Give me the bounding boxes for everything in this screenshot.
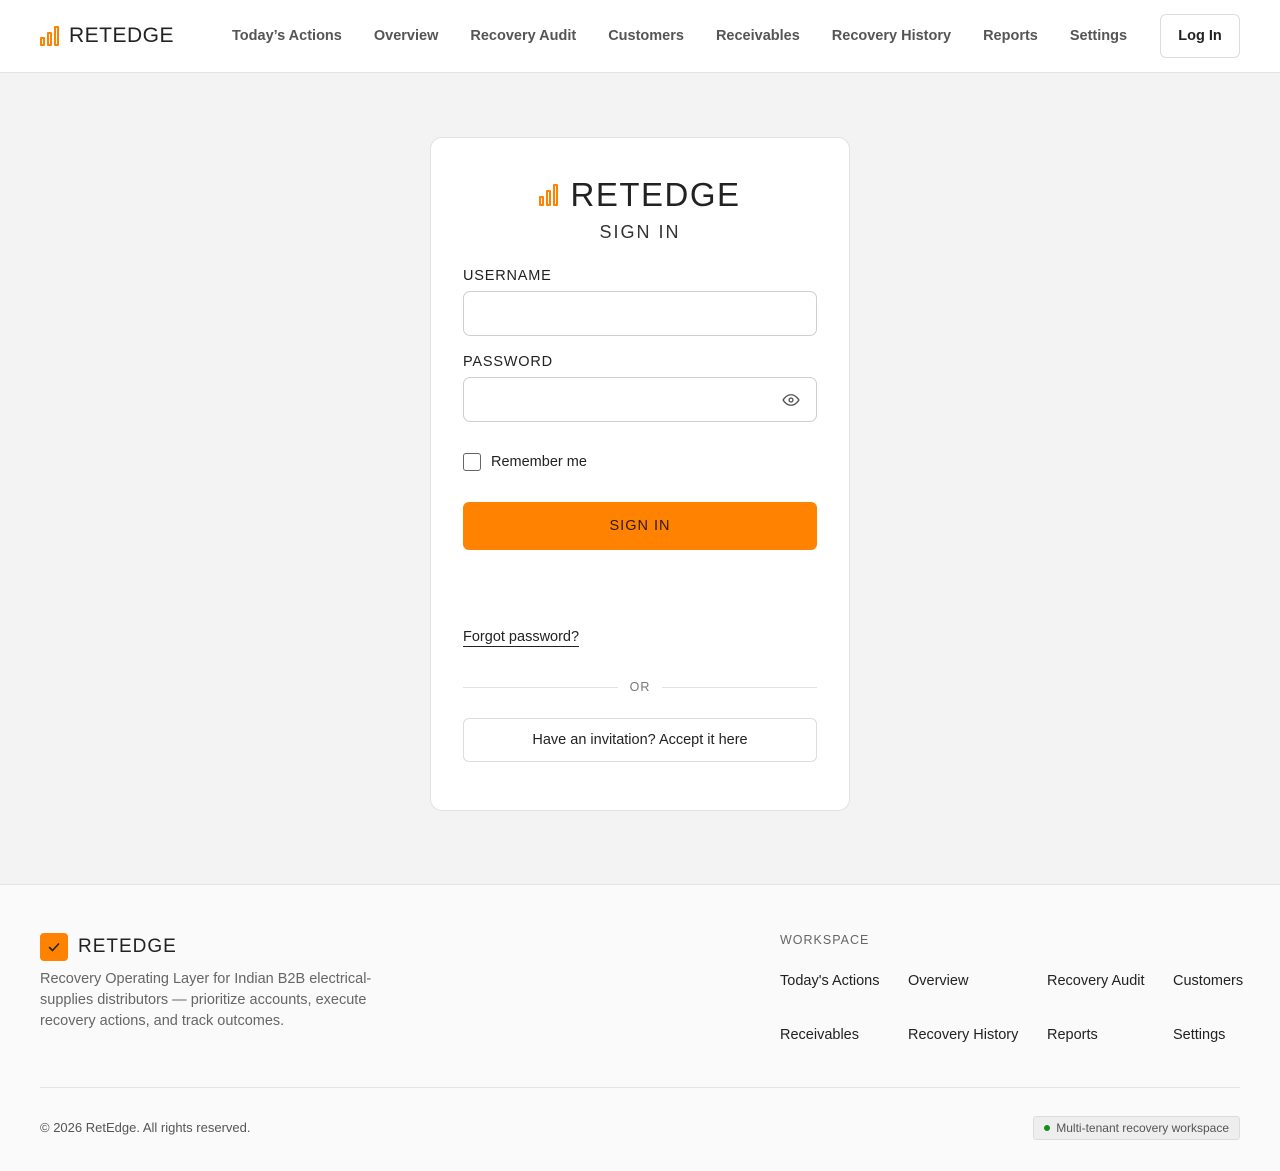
sign-in-card: RETEDGE SIGN IN USERNAME PASSWORD Rememb… bbox=[430, 137, 850, 811]
remember-me-label[interactable]: Remember me bbox=[491, 454, 587, 470]
nav-item-todays-actions[interactable]: Today’s Actions bbox=[232, 28, 342, 44]
username-label: USERNAME bbox=[463, 268, 552, 284]
sign-in-heading: SIGN IN bbox=[599, 222, 681, 242]
password-field[interactable] bbox=[463, 377, 817, 422]
sign-in-button[interactable]: SIGN IN bbox=[463, 502, 817, 550]
nav-item-recovery-history[interactable]: Recovery History bbox=[832, 28, 951, 44]
nav-item-receivables[interactable]: Receivables bbox=[716, 28, 800, 44]
footer-description: Recovery Operating Layer for Indian B2B … bbox=[40, 971, 372, 1029]
eye-icon[interactable] bbox=[782, 391, 800, 409]
footer-link-customers[interactable]: Customers bbox=[1173, 973, 1243, 990]
bar-chart-icon bbox=[539, 184, 559, 206]
footer-link-receivables[interactable]: Receivables bbox=[780, 1027, 908, 1044]
copyright-text: © 2026 RetEdge. All rights reserved. bbox=[40, 1120, 251, 1135]
username-field[interactable] bbox=[463, 291, 817, 336]
or-divider: OR bbox=[463, 680, 817, 694]
footer-link-recovery-audit[interactable]: Recovery Audit bbox=[1047, 973, 1173, 990]
footer-link-reports[interactable]: Reports bbox=[1047, 1027, 1173, 1044]
footer-link-todays-actions[interactable]: Today's Actions bbox=[780, 973, 908, 990]
card-brand-name: RETEDGE bbox=[570, 176, 741, 213]
nav-item-recovery-audit[interactable]: Recovery Audit bbox=[470, 28, 576, 44]
divider-line bbox=[463, 686, 618, 688]
brand-name: RETEDGE bbox=[69, 24, 175, 47]
forgot-password-link[interactable]: Forgot password? bbox=[463, 629, 580, 647]
status-badge-label: Multi-tenant recovery workspace bbox=[1056, 1121, 1229, 1135]
login-button[interactable]: Log In bbox=[1160, 14, 1240, 58]
header-brand[interactable]: RETEDGE bbox=[40, 24, 174, 48]
remember-me-row: Remember me bbox=[463, 453, 817, 471]
workspace-links: Today's Actions Overview Recovery Audit … bbox=[780, 973, 1243, 1044]
nav-item-reports[interactable]: Reports bbox=[983, 28, 1038, 44]
site-footer: RETEDGE Recovery Operating Layer for Ind… bbox=[0, 884, 1280, 1171]
divider-label: OR bbox=[629, 680, 651, 694]
divider-line bbox=[662, 686, 817, 688]
main-content: RETEDGE SIGN IN USERNAME PASSWORD Rememb… bbox=[0, 73, 1280, 884]
accept-invitation-button[interactable]: Have an invitation? Accept it here bbox=[463, 718, 817, 762]
footer-brand: RETEDGE bbox=[40, 933, 177, 961]
footer-divider bbox=[40, 1087, 1240, 1088]
top-navigation-bar: RETEDGE Today’s Actions Overview Recover… bbox=[0, 0, 1280, 73]
footer-link-recovery-history[interactable]: Recovery History bbox=[908, 1027, 1047, 1044]
card-brand: RETEDGE bbox=[463, 176, 817, 214]
status-badge: Multi-tenant recovery workspace bbox=[1033, 1116, 1240, 1140]
workspace-heading: WORKSPACE bbox=[780, 933, 870, 947]
main-nav: Today’s Actions Overview Recovery Audit … bbox=[232, 28, 1127, 44]
nav-item-customers[interactable]: Customers bbox=[608, 28, 684, 44]
nav-item-overview[interactable]: Overview bbox=[374, 28, 439, 44]
password-label: PASSWORD bbox=[463, 354, 553, 370]
bar-chart-icon bbox=[40, 26, 59, 46]
footer-link-overview[interactable]: Overview bbox=[908, 973, 1047, 990]
footer-brand-name: RETEDGE bbox=[78, 936, 177, 957]
footer-link-settings[interactable]: Settings bbox=[1173, 1027, 1243, 1044]
remember-me-checkbox[interactable] bbox=[463, 453, 481, 471]
checkmark-icon bbox=[40, 933, 68, 961]
nav-item-settings[interactable]: Settings bbox=[1070, 28, 1127, 44]
status-dot-icon bbox=[1044, 1125, 1051, 1131]
